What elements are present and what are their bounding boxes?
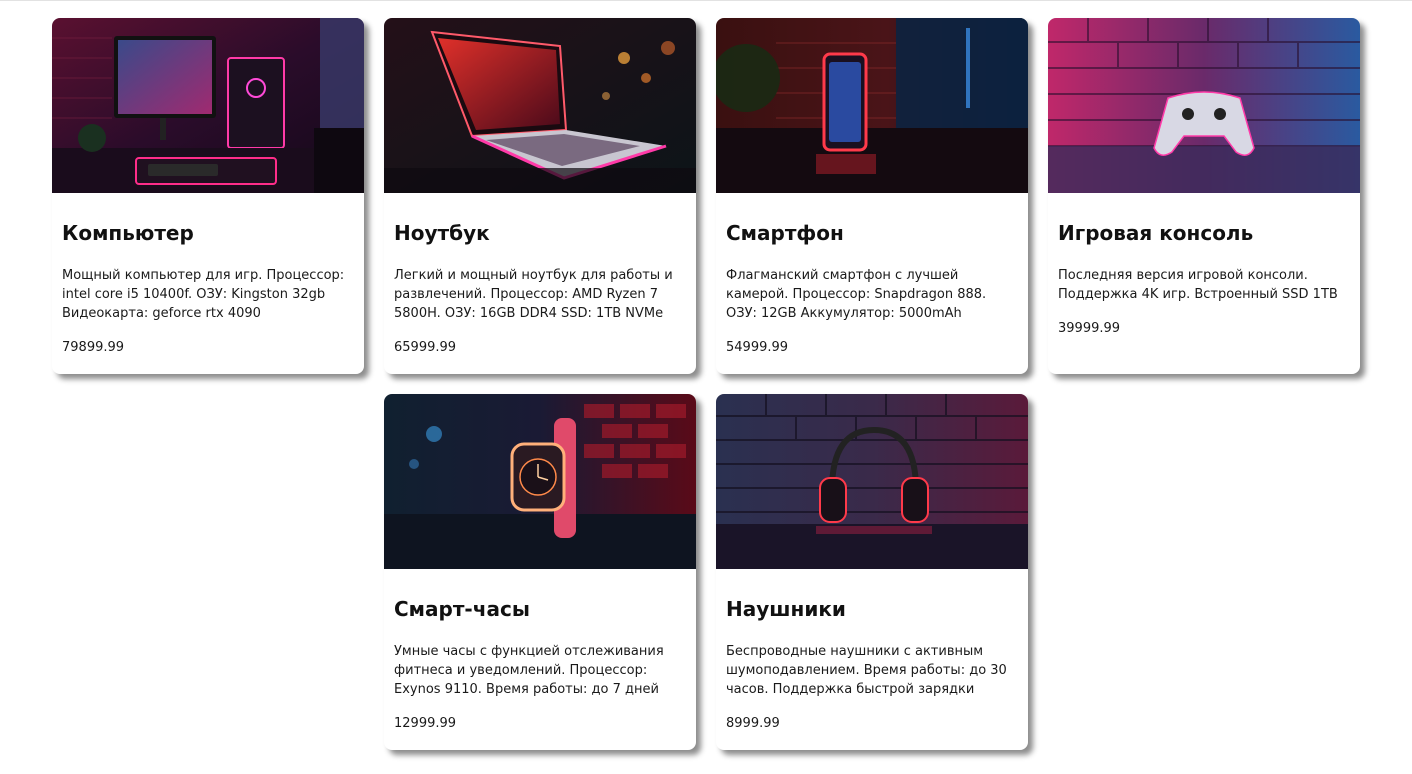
product-grid: Компьютер Мощный компьютер для игр. Проц…	[52, 18, 1360, 750]
product-description: Беспроводные наушники с активным шумопод…	[726, 644, 1007, 697]
product-card-console[interactable]: Игровая консоль Последняя версия игровой…	[1048, 18, 1360, 374]
product-title: Наушники	[726, 597, 846, 621]
top-divider	[0, 0, 1412, 1]
product-card-smartwatch[interactable]: Смарт-часы Умные часы с функцией отслежи…	[384, 394, 696, 750]
product-title: Ноутбук	[394, 221, 490, 245]
product-description: Флагманский смартфон с лучшей камерой. П…	[726, 268, 987, 321]
gamepad-image	[1048, 18, 1360, 193]
product-description: Мощный компьютер для игр. Процессор: int…	[62, 268, 345, 321]
product-description: Последняя версия игровой консоли. Поддер…	[1058, 268, 1338, 302]
product-price: 54999.99	[726, 340, 789, 355]
product-card-smartphone[interactable]: Смартфон Флагманский смартфон с лучшей к…	[716, 18, 1028, 374]
product-price: 8999.99	[726, 716, 780, 731]
product-description: Легкий и мощный ноутбук для работы и раз…	[394, 268, 673, 321]
product-title: Смартфон	[726, 221, 844, 245]
product-description: Умные часы с функцией отслеживания фитне…	[394, 644, 664, 697]
product-title: Компьютер	[62, 221, 194, 245]
product-card-headphones[interactable]: Наушники Беспроводные наушники с активны…	[716, 394, 1028, 750]
product-price: 39999.99	[1058, 321, 1121, 336]
product-title: Смарт-часы	[394, 597, 530, 621]
laptop-image	[384, 18, 696, 193]
smartphone-image	[716, 18, 1028, 193]
product-price: 79899.99	[62, 340, 125, 355]
gaming-pc-setup-image	[52, 18, 364, 193]
product-card-computer[interactable]: Компьютер Мощный компьютер для игр. Проц…	[52, 18, 364, 374]
product-card-laptop[interactable]: Ноутбук Легкий и мощный ноутбук для рабо…	[384, 18, 696, 374]
product-price: 12999.99	[394, 716, 457, 731]
product-title: Игровая консоль	[1058, 221, 1254, 245]
headphones-image	[716, 394, 1028, 569]
product-price: 65999.99	[394, 340, 457, 355]
smartwatch-image	[384, 394, 696, 569]
